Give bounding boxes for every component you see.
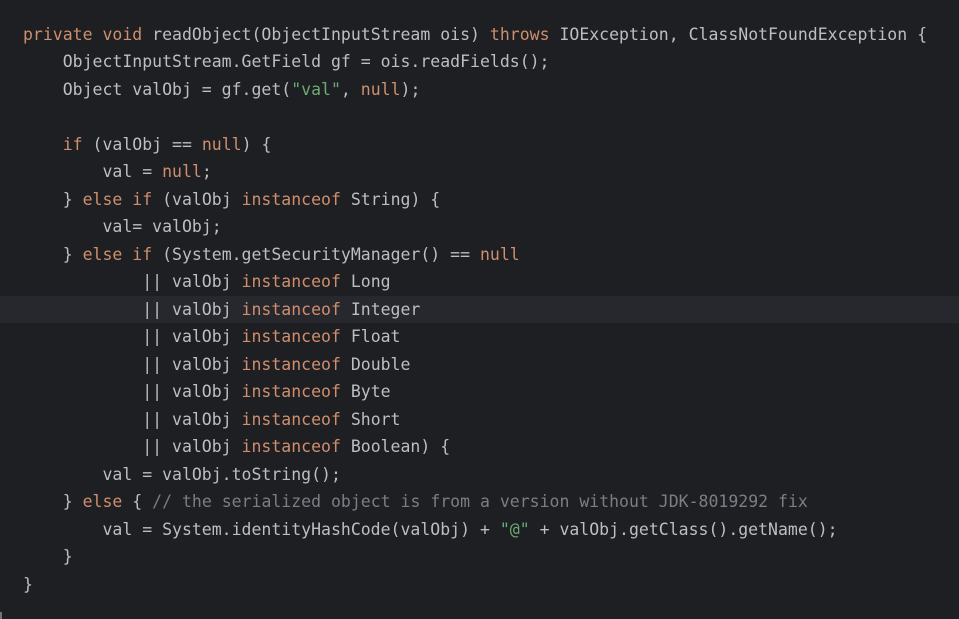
keyword-token: instanceof <box>241 382 341 401</box>
code-token: Float <box>340 327 401 346</box>
code-token: || valObj <box>23 272 242 291</box>
code-token: Boolean) { <box>340 437 451 456</box>
keyword-token: null <box>162 162 202 181</box>
code-line[interactable]: } else if (System.getSecurityManager() =… <box>23 241 927 269</box>
code-line[interactable]: || valObj instanceof Byte <box>23 378 927 406</box>
string-token: "@" <box>499 519 530 539</box>
code-token: (valObj == <box>82 134 202 154</box>
scroll-corner-mark <box>0 612 2 619</box>
keyword-token: instanceof <box>241 327 341 346</box>
code-token: } <box>23 574 33 594</box>
code-token: Double <box>340 354 411 374</box>
code-token: IOException, ClassNotFoundException { <box>549 24 928 44</box>
code-area[interactable]: private void readObject(ObjectInputStrea… <box>0 21 959 599</box>
code-token: || valObj <box>23 354 242 374</box>
code-line[interactable]: private void readObject(ObjectInputStrea… <box>23 21 927 49</box>
code-token: (System.getSecurityManager() == <box>152 244 480 264</box>
code-token: || valObj <box>23 327 242 346</box>
code-token: + valObj.getClass().getName(); <box>529 519 838 539</box>
code-token: } <box>23 244 83 264</box>
code-token: || valObj <box>23 299 242 319</box>
keyword-token: else <box>82 492 123 511</box>
keyword-token: instanceof <box>241 354 341 374</box>
keyword-token: null <box>479 244 520 264</box>
code-line[interactable]: || valObj instanceof Boolean) { <box>23 433 927 461</box>
keyword-token: instanceof <box>241 409 341 429</box>
code-token: || valObj <box>23 382 242 401</box>
code-token: String) { <box>340 189 441 209</box>
keyword-token: null <box>360 79 401 99</box>
code-token: Integer <box>340 299 421 319</box>
code-token: (valObj <box>152 189 242 209</box>
code-line[interactable]: ObjectInputStream.GetField gf = ois.read… <box>23 48 927 76</box>
code-token: val= valObj; <box>23 217 222 236</box>
keyword-token: private void <box>23 24 143 44</box>
keyword-token: if <box>62 134 83 154</box>
code-line[interactable]: val = null; <box>23 158 927 186</box>
code-token: Object valObj = gf.get( <box>23 79 292 99</box>
string-token: "val" <box>291 79 341 99</box>
code-token: readObject(ObjectInputStream ois) <box>142 24 490 44</box>
code-token: ) { <box>241 134 272 154</box>
keyword-token: instanceof <box>241 299 341 319</box>
code-line[interactable]: if (valObj == null) { <box>23 131 927 159</box>
code-token: val = valObj.toString(); <box>23 464 341 484</box>
code-token: || valObj <box>23 437 242 456</box>
code-token: || valObj <box>23 409 242 429</box>
code-token: , <box>340 79 361 99</box>
code-token: ; <box>201 162 212 181</box>
code-line[interactable] <box>23 103 927 131</box>
code-token: { <box>122 492 153 511</box>
code-line[interactable]: val = System.identityHashCode(valObj) + … <box>23 516 927 544</box>
code-line[interactable]: || valObj instanceof Double <box>23 351 927 379</box>
code-line[interactable]: val= valObj; <box>23 213 927 241</box>
code-token: val = System.identityHashCode(valObj) + <box>23 519 500 539</box>
code-line[interactable]: } <box>23 543 927 571</box>
code-token: Short <box>340 409 401 429</box>
keyword-token: throws <box>489 24 550 44</box>
code-token: } <box>23 547 73 566</box>
code-token: ObjectInputStream.GetField gf = ois.read… <box>23 52 550 71</box>
keyword-token: instanceof <box>241 189 341 209</box>
code-line[interactable]: } else { // the serialized object is fro… <box>23 488 927 516</box>
code-line[interactable]: Object valObj = gf.get("val", null); <box>23 76 927 104</box>
keyword-token: instanceof <box>241 437 341 456</box>
keyword-token: instanceof <box>241 272 341 291</box>
code-token: } <box>23 492 83 511</box>
code-line[interactable]: || valObj instanceof Float <box>23 323 927 351</box>
code-line[interactable]: || valObj instanceof Short <box>23 406 927 434</box>
code-editor[interactable]: private void readObject(ObjectInputStrea… <box>0 0 959 619</box>
keyword-token: else if <box>82 244 153 264</box>
keyword-token: null <box>201 134 242 154</box>
code-token: ); <box>400 79 421 99</box>
code-line[interactable]: } <box>23 571 927 599</box>
code-token: val = <box>23 162 163 181</box>
code-line[interactable]: || valObj instanceof Integer <box>0 295 959 324</box>
code-line[interactable]: || valObj instanceof Long <box>23 268 927 296</box>
code-line[interactable]: val = valObj.toString(); <box>23 461 927 489</box>
comment-token: // the serialized object is from a versi… <box>152 492 808 511</box>
code-line[interactable]: } else if (valObj instanceof String) { <box>23 186 927 214</box>
code-token: Byte <box>340 382 391 401</box>
code-token: } <box>23 189 83 209</box>
code-token: Long <box>340 272 391 291</box>
keyword-token: else if <box>82 189 153 209</box>
